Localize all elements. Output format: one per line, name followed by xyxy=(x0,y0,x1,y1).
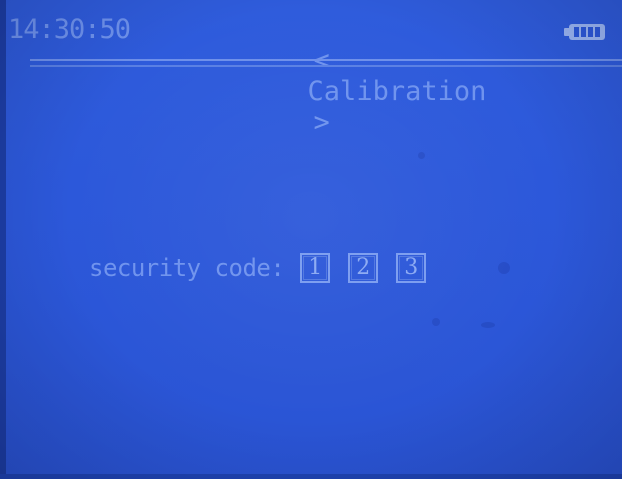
battery-level-bars xyxy=(574,27,600,37)
device-screen: 14:30:50 < Calibration > security code: … xyxy=(0,0,622,479)
security-code-digit-2[interactable]: 2 xyxy=(348,253,379,283)
security-code-digit-1[interactable]: 1 xyxy=(300,253,331,283)
header-divider-secondary xyxy=(30,65,622,67)
battery-bar xyxy=(574,27,579,37)
screen-smudge xyxy=(432,318,440,326)
battery-full-icon xyxy=(563,24,607,40)
screen-bezel-left xyxy=(0,0,6,479)
security-code-label: security code: xyxy=(89,254,285,282)
clock: 14:30:50 xyxy=(8,14,131,45)
security-code-digit-3[interactable]: 3 xyxy=(396,253,427,283)
screen-title-group: < Calibration > xyxy=(210,14,487,169)
battery-bar xyxy=(588,27,593,37)
battery-bar xyxy=(581,27,586,37)
screen-smudge xyxy=(418,152,425,159)
screen-smudge xyxy=(498,262,510,274)
battery-bar xyxy=(595,27,600,37)
header-divider xyxy=(30,59,622,61)
security-code-prompt: security code: 1 2 3 xyxy=(89,253,444,283)
next-screen-arrow[interactable]: > xyxy=(308,107,336,138)
screen-title: Calibration xyxy=(307,76,487,107)
status-bar: 14:30:50 < Calibration > xyxy=(0,0,622,138)
screen-bezel-bottom xyxy=(0,474,622,479)
screen-smudge xyxy=(481,322,495,328)
